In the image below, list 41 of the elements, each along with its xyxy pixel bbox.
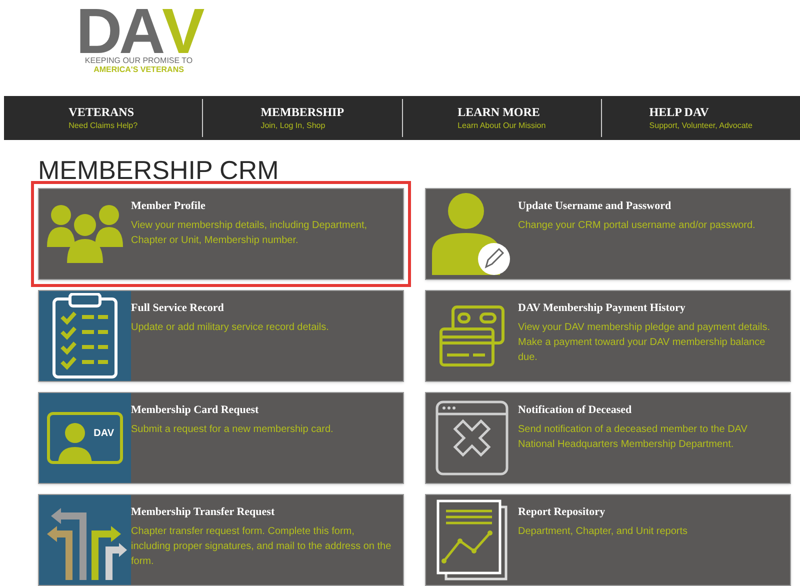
id-card-icon: DAV xyxy=(47,412,123,464)
user-edit-icon xyxy=(432,193,512,275)
logo-letters: DA xyxy=(76,6,162,56)
nav-link[interactable]: VETERANS Need Claims Help? xyxy=(68,99,138,137)
tile-card[interactable]: Membership Transfer Request Chapter transfer request form. Complete this form, including proper signatures, and mail to the address on the form. xyxy=(38,494,404,586)
tile-title: DAV Membership Payment History xyxy=(518,303,686,314)
tile-card[interactable]: Member Profile View your membership details, including Department, Chapter or Unit, Membership number. xyxy=(38,188,404,280)
nav-link[interactable]: HELP DAV Support, Volunteer, Advocate xyxy=(649,99,752,137)
tile-title: Membership Card Request xyxy=(131,405,260,416)
nav-link[interactable]: LEARN MORE Learn About Our Mission xyxy=(458,99,546,137)
logo-letters: V xyxy=(162,6,202,56)
logo-tagline: AMERICA'S VETERANS xyxy=(94,65,184,74)
page-heading: MEMBERSHIP CRM xyxy=(38,156,279,184)
tile-card[interactable]: DAV Membership Payment History View your DAV membership pledge and payment details. Make a payment toward your DAV membership balance due. xyxy=(425,290,791,382)
report-chart-icon xyxy=(436,499,508,581)
tile-card[interactable]: Notification of Deceased Send notification of a deceased member to the DAV National Headquarters Membership Department. xyxy=(425,392,791,484)
tile-description: Department, Chapter, and Unit reports xyxy=(518,525,688,539)
nav-link[interactable]: MEMBERSHIP Join, Log In, Shop xyxy=(260,99,344,137)
tile-description: Submit a request for a new membership card. xyxy=(131,423,334,437)
tile-description: Chapter transfer request form. Complete this form, including proper signatures, and mail to the address on the form. xyxy=(131,525,392,569)
tile-description: Send notification of a deceased member to the DAV National Headquarters Membership Department. xyxy=(518,423,748,452)
tile-title: Notification of Deceased xyxy=(518,405,633,416)
tile-card[interactable]: Update Username and Password Change your CRM portal username and/or password. xyxy=(425,188,791,280)
logo[interactable]: DAV KEEPING OUR PROMISE TO AMERICA'S VETERANS xyxy=(76,6,202,74)
tile-title: Update Username and Password xyxy=(518,201,672,212)
credit-cards-icon xyxy=(439,305,505,367)
tile-card[interactable]: DAV Membership Card Request Submit a request for a new membership card. xyxy=(38,392,404,484)
checklist-icon xyxy=(52,293,118,379)
people-icon xyxy=(47,203,123,265)
tile-description: View your DAV membership pledge and payment details. Make a payment toward your DAV membership balance due. xyxy=(518,321,771,365)
tile-title: Report Repository xyxy=(518,507,606,518)
window-close-icon xyxy=(435,400,509,476)
tile-description: Update or add military service record details. xyxy=(131,321,329,335)
tile-title: Membership Transfer Request xyxy=(131,507,276,518)
tile-title: Full Service Record xyxy=(131,303,225,314)
tile-description: Change your CRM portal username and/or password. xyxy=(518,219,756,233)
tile-description: View your membership details, including Department, Chapter or Unit, Membership number. xyxy=(131,219,368,248)
tile-card[interactable]: Report Repository Department, Chapter, and Unit reports xyxy=(425,494,791,586)
logo-tagline: KEEPING OUR PROMISE TO xyxy=(84,56,193,65)
tile-title: Member Profile xyxy=(131,201,206,212)
tile-card[interactable]: Full Service Record Update or add military service record details. xyxy=(38,290,404,382)
